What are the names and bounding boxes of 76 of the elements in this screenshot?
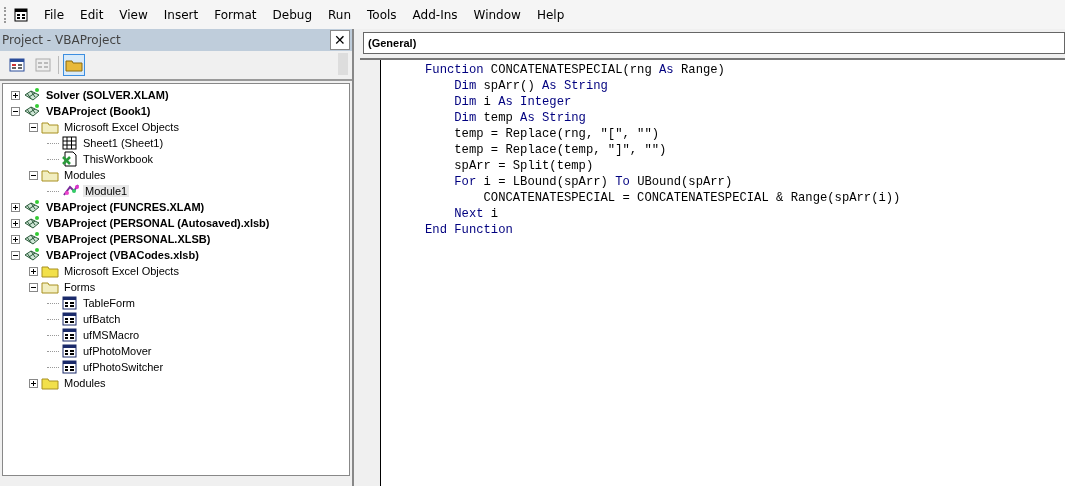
code-line: Dim i As Integer [453, 95, 573, 111]
tree-item[interactable]: VBAProject (PERSONAL.XLSB) [44, 233, 213, 245]
expand-button[interactable] [29, 266, 38, 276]
form-icon [62, 328, 78, 342]
menu-item[interactable]: Tools [359, 7, 405, 22]
collapse-button[interactable] [11, 250, 20, 260]
close-button[interactable]: ✕ [330, 30, 350, 50]
code-editor[interactable] [360, 58, 1065, 486]
tree-item[interactable]: ufPhotoSwitcher [81, 361, 166, 373]
expand-button[interactable] [11, 218, 20, 228]
code-line: Function CONCATENATESPECIAL(rng As Range) [425, 63, 726, 79]
tree-item[interactable]: Sheet1 (Sheet1) [81, 137, 166, 149]
collapse-button[interactable] [29, 170, 38, 180]
project-icon [23, 87, 41, 103]
project-icon [23, 215, 41, 231]
project-icon [23, 231, 41, 247]
tree-item[interactable]: ufPhotoMover [81, 345, 154, 357]
tree-item[interactable]: TableForm [81, 297, 137, 309]
folder-icon [41, 376, 59, 390]
tree-item[interactable]: ThisWorkbook [81, 153, 156, 165]
menu-item[interactable]: Edit [72, 7, 112, 22]
panel-title: Project - VBAProject [2, 33, 121, 47]
menu-item[interactable]: Add-Ins [404, 7, 466, 22]
folder-icon [41, 280, 59, 294]
folder-icon [41, 264, 59, 278]
workbook-icon [62, 151, 78, 167]
code-line: For i = LBound(spArr) To UBound(spArr) [453, 175, 734, 191]
code-line: temp = Replace(temp, "]", "") [453, 143, 668, 159]
menu-item[interactable]: Help [528, 7, 573, 22]
form-icon [62, 344, 78, 358]
folder-button[interactable] [63, 54, 85, 76]
tree-item[interactable]: VBAProject (VBACodes.xlsb) [44, 249, 201, 261]
tree-item[interactable]: Microsoft Excel Objects [62, 121, 181, 133]
tree-item[interactable]: Microsoft Excel Objects [62, 265, 181, 277]
menu-item[interactable]: View [111, 7, 156, 22]
tree-item[interactable]: ufBatch [81, 313, 123, 325]
tree-item[interactable]: Modules [62, 377, 108, 389]
menu-item[interactable]: Insert [155, 7, 207, 22]
tree-item[interactable]: ufMSMacro [81, 329, 142, 341]
form-icon [62, 360, 78, 374]
expand-button[interactable] [29, 378, 38, 388]
form-icon [62, 312, 78, 326]
code-line: End Function [425, 223, 514, 239]
collapse-button[interactable] [29, 122, 38, 132]
tree-item[interactable]: Modules [62, 169, 108, 181]
menu-item[interactable]: Run [320, 7, 360, 22]
project-icon [23, 199, 41, 215]
expand-button[interactable] [11, 90, 20, 100]
project-icon [23, 103, 41, 119]
tree-item[interactable]: VBAProject (PERSONAL (Autosaved).xlsb) [44, 217, 272, 229]
code-line: Dim temp As String [453, 111, 587, 127]
folder-icon [41, 168, 59, 182]
tree-item[interactable]: Module1 [83, 185, 130, 197]
tree-item[interactable]: Forms [62, 281, 98, 293]
worksheet-icon [62, 135, 78, 151]
collapse-button[interactable] [29, 282, 38, 292]
form-icon [62, 296, 78, 310]
code-line: Next i [453, 207, 500, 223]
tree-item[interactable]: Solver (SOLVER.XLAM) [44, 89, 171, 101]
code-line: temp = Replace(rng, "[", "") [453, 127, 661, 143]
form-icon[interactable] [14, 7, 28, 22]
code-line: spArr = Split(temp) [453, 159, 595, 175]
collapse-button[interactable] [11, 106, 20, 116]
object-dropdown[interactable]: (General) [363, 32, 1065, 54]
project-icon [23, 247, 41, 263]
menu-item[interactable]: Window [465, 7, 529, 22]
expand-button[interactable] [11, 202, 20, 212]
menu-item[interactable]: File [36, 7, 73, 22]
folder-icon [41, 120, 59, 134]
code-line: Dim spArr() As String [453, 79, 609, 95]
menu-item[interactable]: Debug [264, 7, 320, 22]
code-line: CONCATENATESPECIAL = CONCATENATESPECIAL & Range(spArr(i)) [482, 191, 901, 207]
tree-item[interactable]: VBAProject (FUNCRES.XLAM) [44, 201, 207, 213]
menu-item[interactable]: Format [206, 7, 265, 22]
expand-button[interactable] [11, 234, 20, 244]
tree-item[interactable]: VBAProject (Book1) [44, 105, 153, 117]
